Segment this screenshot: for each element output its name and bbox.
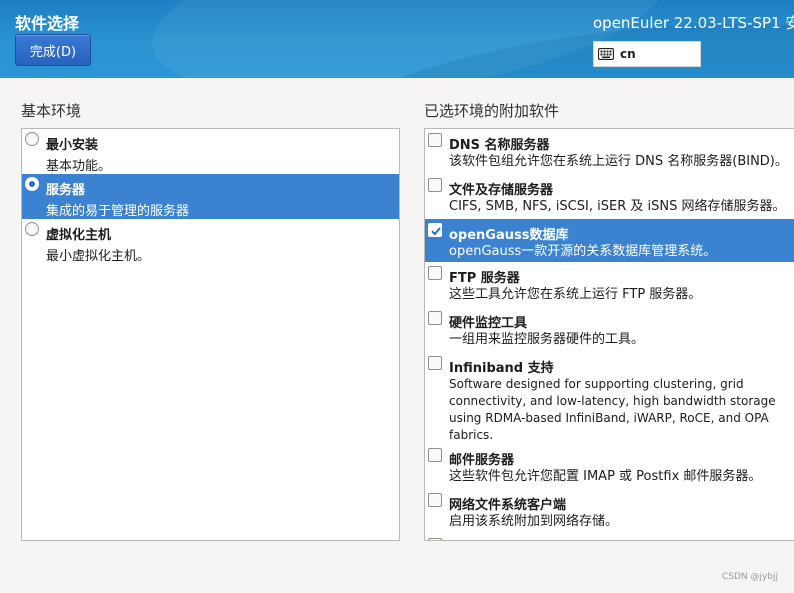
addon-item-description: Software designed for supporting cluster… — [449, 377, 776, 442]
env-item-description: 基本功能。 — [46, 159, 112, 174]
addon-item-mail-server[interactable]: 邮件服务器 这些软件包允许您配置 IMAP 或 Postfix 邮件服务器。 — [425, 444, 794, 489]
radio-button[interactable] — [25, 132, 39, 146]
addon-item-ftp-server[interactable]: FTP 服务器 这些工具允许您在系统上运行 FTP 服务器。 — [425, 262, 794, 307]
keyboard-icon — [597, 47, 615, 61]
watermark: CSDN @jybjj — [722, 572, 779, 582]
addon-item-dns-server[interactable]: DNS 名称服务器 该软件包组允许您在系统上运行 DNS 名称服务器(BIND)… — [425, 129, 794, 174]
checkbox[interactable] — [428, 448, 442, 462]
addon-item-partial[interactable] — [425, 534, 794, 540]
env-item-description: 最小虚拟化主机。 — [46, 249, 151, 264]
header-bar: 软件选择 完成(D) openEuler 22.03-LTS-SP1 安装 cn — [0, 0, 794, 78]
keyboard-layout-label: cn — [620, 47, 636, 61]
addon-item-name: FTP 服务器 — [449, 271, 520, 286]
checkbox[interactable] — [428, 133, 442, 147]
addons-label: 已选环境的附加软件 — [424, 102, 560, 120]
addon-item-hardware-monitoring[interactable]: 硬件监控工具 一组用来监控服务器硬件的工具。 — [425, 307, 794, 352]
addon-item-opengauss[interactable]: openGauss数据库 openGauss一款开源的关系数据库管理系统。 — [425, 219, 794, 262]
radio-button[interactable] — [25, 222, 39, 236]
env-item-name: 服务器 — [46, 183, 86, 198]
done-button[interactable]: 完成(D) — [15, 34, 91, 66]
addon-item-description: 这些软件包允许您配置 IMAP 或 Postfix 邮件服务器。 — [449, 469, 762, 484]
checkbox[interactable] — [428, 538, 442, 540]
addon-item-name: DNS 名称服务器 — [449, 138, 550, 153]
keyboard-layout-indicator[interactable]: cn — [593, 41, 701, 67]
addon-item-name: Infiniband 支持 — [449, 361, 554, 376]
env-item-name: 虚拟化主机 — [46, 228, 112, 243]
addon-item-description: CIFS, SMB, NFS, iSCSI, iSER 及 iSNS 网络存储服… — [449, 199, 786, 214]
addon-item-description: 这些工具允许您在系统上运行 FTP 服务器。 — [449, 287, 702, 302]
checkbox-checked[interactable] — [428, 223, 442, 237]
addon-item-file-storage-server[interactable]: 文件及存储服务器 CIFS, SMB, NFS, iSCSI, iSER 及 i… — [425, 174, 794, 219]
base-environment-list: 最小安装 基本功能。 服务器 集成的易于管理的服务器 虚拟化主机 最小虚拟化主机… — [21, 128, 400, 541]
addon-list: DNS 名称服务器 该软件包组允许您在系统上运行 DNS 名称服务器(BIND)… — [424, 128, 794, 541]
checkbox[interactable] — [428, 266, 442, 280]
env-item-virtualization-host[interactable]: 虚拟化主机 最小虚拟化主机。 — [22, 219, 399, 264]
addon-item-description: openGauss一款开源的关系数据库管理系统。 — [449, 244, 717, 259]
addon-item-name: openGauss数据库 — [449, 228, 569, 243]
env-item-description: 集成的易于管理的服务器 — [46, 204, 190, 219]
product-title: openEuler 22.03-LTS-SP1 安装 — [593, 14, 794, 32]
checkbox[interactable] — [428, 178, 442, 192]
env-item-name: 最小安装 — [46, 138, 99, 153]
addon-item-description: 启用该系统附加到网络存储。 — [449, 514, 619, 529]
addon-item-name: 硬件监控工具 — [449, 316, 528, 331]
checkbox[interactable] — [428, 356, 442, 370]
addon-item-name: 网络文件系统客户端 — [449, 498, 567, 513]
env-item-minimal[interactable]: 最小安装 基本功能。 — [22, 129, 399, 174]
addon-item-infiniband[interactable]: Infiniband 支持 Software designed for supp… — [425, 352, 794, 444]
addon-item-name: 邮件服务器 — [449, 453, 515, 468]
base-environment-label: 基本环境 — [21, 102, 82, 120]
page-title: 软件选择 — [15, 14, 80, 33]
addon-item-description: 该软件包组允许您在系统上运行 DNS 名称服务器(BIND)。 — [449, 154, 788, 169]
addon-item-description: 一组用来监控服务器硬件的工具。 — [449, 332, 645, 347]
env-item-server[interactable]: 服务器 集成的易于管理的服务器 — [22, 174, 399, 219]
addon-item-name: 文件及存储服务器 — [449, 183, 554, 198]
radio-button-selected[interactable] — [25, 177, 39, 191]
checkbox[interactable] — [428, 493, 442, 507]
checkbox[interactable] — [428, 311, 442, 325]
addon-item-nfs-client[interactable]: 网络文件系统客户端 启用该系统附加到网络存储。 — [425, 489, 794, 534]
